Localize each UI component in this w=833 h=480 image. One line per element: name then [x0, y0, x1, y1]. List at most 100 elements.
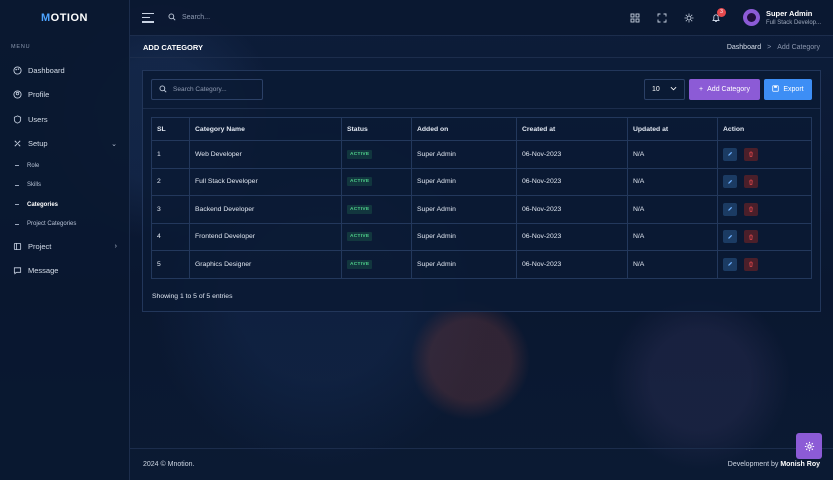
- sidebar-item-project[interactable]: Project ›: [0, 234, 129, 259]
- footer-author[interactable]: Monish Roy: [780, 461, 820, 468]
- fullscreen-icon[interactable]: [656, 12, 668, 24]
- pencil-icon: [728, 152, 733, 157]
- category-search-box[interactable]: [151, 79, 263, 100]
- table-row: 2 Full Stack Developer ACTIVE Super Admi…: [151, 167, 812, 196]
- cell-added-on: Super Admin: [411, 140, 517, 169]
- category-table-card: 10 + Add Category Export SL Category Nam…: [142, 70, 821, 312]
- sidebar-subitem-label: Project Categories: [27, 221, 77, 228]
- footer-credit-prefix: Development by: [727, 461, 779, 468]
- search-icon: [159, 85, 167, 95]
- dash-icon: [15, 223, 19, 225]
- sidebar-item-dashboard[interactable]: Dashboard: [0, 58, 129, 83]
- export-label: Export: [783, 86, 804, 93]
- cell-status: ACTIVE: [341, 167, 412, 196]
- column-header-added-on[interactable]: Added on: [411, 117, 517, 141]
- breadcrumb-link-dashboard[interactable]: Dashboard: [727, 44, 761, 51]
- column-header-category-name[interactable]: Category Name: [189, 117, 342, 141]
- column-header-sl[interactable]: SL: [151, 117, 190, 141]
- chevron-down-icon: ⌄: [111, 140, 117, 148]
- page-header: ADD CATEGORY Dashboard > Add Category: [130, 37, 833, 58]
- trash-icon: [749, 234, 753, 240]
- user-circle-icon: [12, 90, 22, 100]
- cell-action: [717, 222, 812, 251]
- delete-button[interactable]: [744, 175, 758, 189]
- cell-action: [717, 140, 812, 169]
- sidebar-item-message[interactable]: Message: [0, 259, 129, 284]
- sidebar-item-label: Profile: [28, 90, 50, 100]
- page-size-select[interactable]: 10: [644, 79, 685, 100]
- column-header-updated-at[interactable]: Updated at: [627, 117, 718, 141]
- sidebar-item-label: Dashboard: [28, 65, 65, 75]
- sidebar-subitem-skills[interactable]: Skills: [0, 176, 129, 196]
- cell-created-at: 06-Nov-2023: [516, 140, 628, 169]
- cell-added-on: Super Admin: [411, 250, 517, 279]
- chevron-right-icon: ›: [114, 242, 117, 250]
- global-search-placeholder: Search...: [182, 14, 211, 21]
- cell-created-at: 06-Nov-2023: [516, 167, 628, 196]
- export-button[interactable]: Export: [764, 79, 812, 100]
- delete-button[interactable]: [744, 202, 758, 216]
- edit-button[interactable]: [723, 257, 737, 271]
- add-category-label: Add Category: [707, 86, 750, 93]
- notification-bell-icon[interactable]: 3: [710, 7, 726, 24]
- brand-logo[interactable]: M OTION: [0, 0, 129, 36]
- sidebar-item-profile[interactable]: Profile: [0, 83, 129, 108]
- sidebar-subitem-project-categories[interactable]: Project Categories: [0, 215, 129, 235]
- edit-button[interactable]: [723, 202, 737, 216]
- dash-icon: [15, 204, 19, 206]
- cell-status: ACTIVE: [341, 195, 412, 224]
- cell-status: ACTIVE: [341, 222, 412, 251]
- sidebar-item-setup[interactable]: Setup ⌄: [0, 132, 129, 157]
- page-title: ADD CATEGORY: [143, 42, 203, 52]
- table-row: 4 Frontend Developer ACTIVE Super Admin …: [151, 222, 812, 251]
- global-search[interactable]: Search...: [168, 13, 210, 23]
- dash-icon: [15, 165, 19, 167]
- sidebar-subitem-role[interactable]: Role: [0, 156, 129, 176]
- cell-sl: 5: [151, 250, 190, 279]
- page-size-value: 10: [652, 86, 660, 93]
- edit-button[interactable]: [723, 147, 737, 161]
- save-icon: [772, 85, 780, 94]
- status-badge: ACTIVE: [347, 232, 373, 242]
- search-icon: [168, 13, 176, 23]
- user-menu[interactable]: Super Admin Full Stack Develop...: [742, 9, 821, 26]
- column-header-created-at[interactable]: Created at: [516, 117, 628, 141]
- edit-button[interactable]: [723, 230, 737, 244]
- notification-badge: 3: [716, 7, 726, 17]
- sidebar-subitem-label: Skills: [27, 182, 42, 189]
- shield-icon: [12, 114, 22, 124]
- status-badge: ACTIVE: [347, 149, 373, 159]
- edit-button[interactable]: [723, 175, 737, 189]
- category-search-input[interactable]: [173, 86, 253, 93]
- menu-label: MENU: [11, 44, 31, 50]
- cell-action: [717, 195, 812, 224]
- settings-fab-button[interactable]: [796, 433, 822, 459]
- breadcrumb: Dashboard > Add Category: [727, 44, 820, 51]
- sidebar-subitem-categories[interactable]: Categories: [0, 195, 129, 215]
- cell-added-on: Super Admin: [411, 222, 517, 251]
- table-row: 5 Graphics Designer ACTIVE Super Admin 0…: [151, 250, 812, 279]
- apps-grid-icon[interactable]: [629, 12, 641, 24]
- sidebar-item-users[interactable]: Users: [0, 107, 129, 132]
- menu-toggle-icon[interactable]: [142, 12, 154, 23]
- column-header-action: Action: [717, 117, 812, 141]
- cell-added-on: Super Admin: [411, 195, 517, 224]
- cell-sl: 4: [151, 222, 190, 251]
- delete-button[interactable]: [744, 257, 758, 271]
- tools-icon: [12, 139, 22, 149]
- cell-updated-at: N/A: [627, 250, 718, 279]
- delete-button[interactable]: [744, 147, 758, 161]
- add-category-button[interactable]: + Add Category: [689, 79, 760, 100]
- cell-updated-at: N/A: [627, 167, 718, 196]
- delete-button[interactable]: [744, 230, 758, 244]
- cell-sl: 1: [151, 140, 190, 169]
- column-header-status[interactable]: Status: [341, 117, 412, 141]
- logo-letter: M: [40, 12, 51, 24]
- book-icon: [12, 241, 22, 251]
- status-badge: ACTIVE: [347, 259, 373, 269]
- cell-action: [717, 250, 812, 279]
- theme-sun-icon[interactable]: [683, 12, 695, 24]
- sidebar-item-label: Message: [28, 266, 59, 276]
- cell-status: ACTIVE: [341, 140, 412, 169]
- table-header-row: SL Category Name Status Added on Created…: [151, 117, 812, 141]
